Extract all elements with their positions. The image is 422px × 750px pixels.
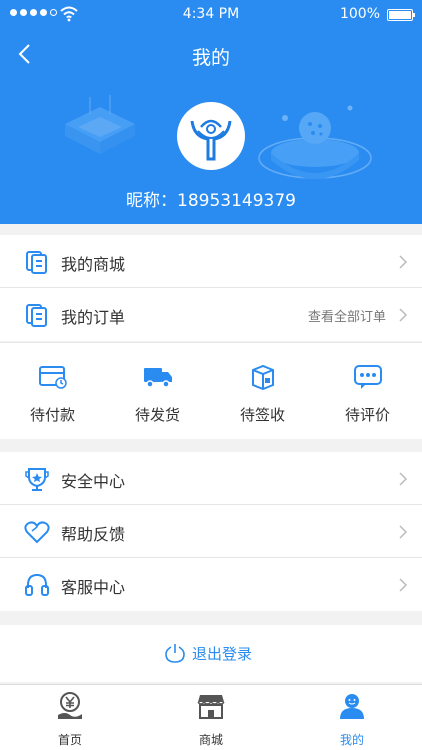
yen-hand-icon [58, 692, 82, 719]
menu-item-label: 我的商城 [61, 255, 126, 274]
menu-item-label: 我的订单 [61, 308, 126, 327]
tab-home[interactable]: 首页 [0, 685, 140, 750]
tab-mine[interactable]: 我的 [282, 685, 422, 750]
comment-icon [354, 365, 382, 389]
battery-icon [387, 9, 415, 21]
order-label: 待评价 [344, 406, 390, 424]
logout-label: 退出登录 [192, 645, 253, 663]
trophy-shield-icon [25, 468, 49, 491]
tab-mall[interactable]: 商城 [141, 685, 281, 750]
power-icon [165, 644, 185, 663]
chevron-right-icon [399, 525, 408, 539]
profile-header: 我的 昵称：18953149379 [0, 30, 422, 224]
order-label: 待签收 [239, 406, 285, 424]
tab-bar: 首页 商城 我的 [0, 684, 422, 750]
menu-item-my-mall[interactable]: 我的商城 [0, 235, 422, 288]
tab-label: 商城 [198, 733, 223, 747]
chevron-right-icon [399, 578, 408, 592]
document-icon [26, 304, 47, 327]
chevron-right-icon [399, 472, 408, 486]
wallet-icon [39, 366, 67, 389]
decorative-chip-graphic [65, 95, 135, 154]
headphones-icon [25, 573, 49, 596]
nickname-value: 18953149379 [177, 191, 296, 211]
document-icon [26, 251, 47, 274]
nickname-text: 昵称：18953149379 [0, 186, 422, 211]
menu-item-customer-service[interactable]: 客服中心 [0, 558, 422, 611]
menu-item-security-center[interactable]: 安全中心 [0, 452, 422, 505]
chevron-right-icon [399, 308, 408, 322]
truck-icon [144, 368, 172, 388]
tab-label: 首页 [57, 733, 82, 747]
nickname-label: 昵称： [126, 191, 177, 211]
avatar[interactable] [177, 102, 245, 170]
status-bar: 4:34 PM 100% [0, 0, 422, 30]
logout-button[interactable]: 退出登录 [0, 625, 422, 682]
order-label: 待付款 [29, 406, 75, 424]
page-title: 我的 [191, 47, 230, 69]
logo-icon [190, 119, 232, 161]
store-icon [197, 695, 225, 719]
heart-icon [24, 521, 50, 544]
menu-item-help-feedback[interactable]: 帮助反馈 [0, 505, 422, 558]
menu-item-label: 客服中心 [61, 578, 126, 597]
menu-top: 我的商城 我的订单 查看全部订单 [0, 235, 422, 341]
order-status-grid: 待付款 待发货 待签收 待评价 [0, 342, 422, 439]
menu-item-my-orders[interactable]: 我的订单 查看全部订单 [0, 288, 422, 341]
order-pending-receipt[interactable]: 待签收 [210, 343, 315, 440]
battery-percent: 100% [339, 6, 380, 22]
package-icon [252, 364, 274, 390]
order-pending-review[interactable]: 待评价 [315, 343, 420, 440]
menu-item-label: 安全中心 [61, 472, 126, 491]
user-icon [340, 694, 364, 719]
chevron-right-icon [399, 255, 408, 269]
menu-bottom: 安全中心 帮助反馈 客服中心 [0, 452, 422, 611]
view-all-orders-link[interactable]: 查看全部订单 [308, 306, 386, 325]
decorative-cookie-graphic [258, 105, 372, 179]
order-pending-payment[interactable]: 待付款 [0, 343, 105, 440]
tab-label: 我的 [339, 733, 364, 747]
menu-item-label: 帮助反馈 [61, 525, 126, 544]
order-label: 待发货 [134, 406, 180, 424]
order-pending-shipment[interactable]: 待发货 [105, 343, 210, 440]
